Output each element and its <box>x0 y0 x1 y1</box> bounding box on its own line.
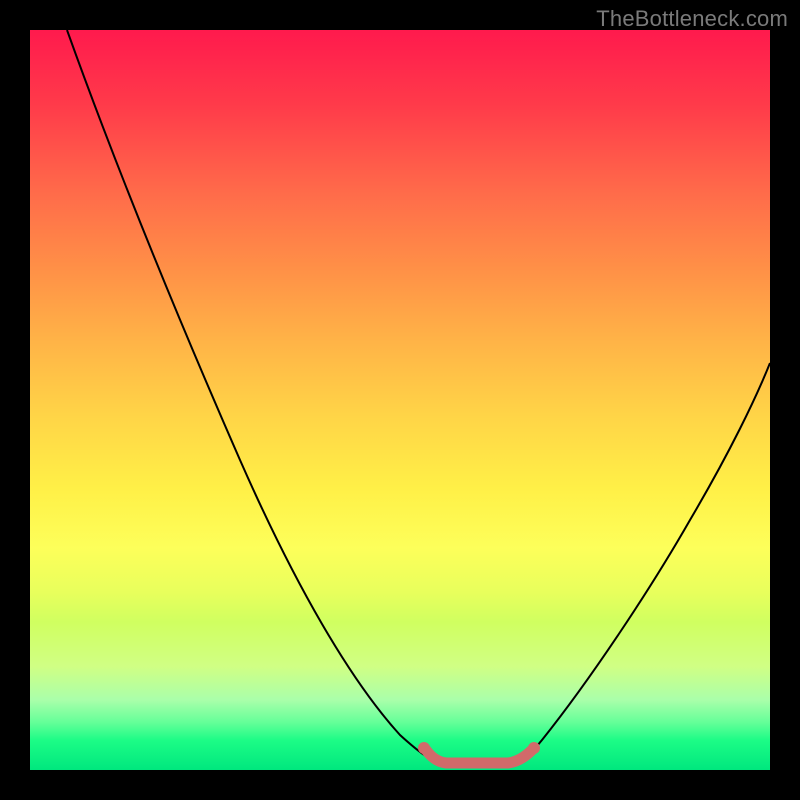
watermark-text: TheBottleneck.com <box>596 6 788 32</box>
plot-area-gradient <box>30 30 770 770</box>
chart-frame: TheBottleneck.com <box>0 0 800 800</box>
